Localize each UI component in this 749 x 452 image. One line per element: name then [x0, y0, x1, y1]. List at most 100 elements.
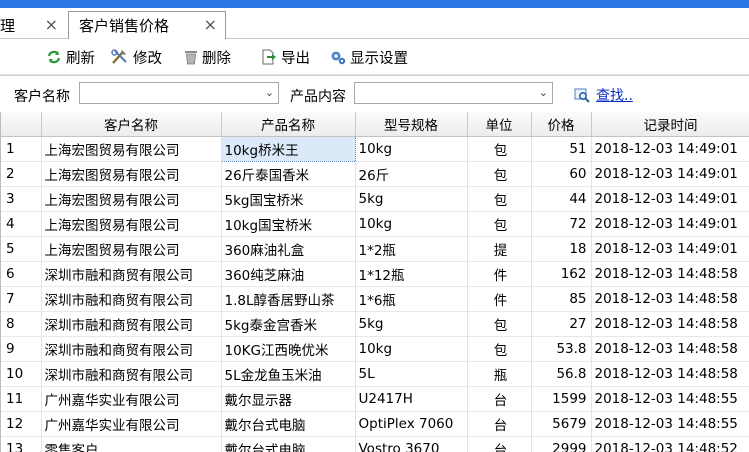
- table-row[interactable]: 4 上海宏图贸易有限公司 10kg国宝桥米 10kg 包 72 2018-12-03 14:…: [1, 211, 749, 237]
- delete-button[interactable]: 删除: [184, 47, 231, 68]
- product-cell[interactable]: 5kg国宝桥米: [221, 186, 356, 212]
- spec-cell[interactable]: 1*2瓶: [355, 236, 468, 262]
- row-number-cell[interactable]: 12: [1, 411, 42, 437]
- column-header-record-time[interactable]: 记录时间: [591, 112, 749, 137]
- row-number-cell[interactable]: 4: [1, 211, 42, 237]
- customer-cell[interactable]: 零售客户: [41, 436, 222, 452]
- product-cell[interactable]: 1.8L醇香居野山茶: [221, 286, 356, 312]
- column-header-price[interactable]: 价格: [531, 112, 592, 137]
- price-cell[interactable]: 18: [531, 236, 592, 262]
- row-number-cell[interactable]: 2: [1, 161, 42, 187]
- price-cell[interactable]: 5679: [531, 411, 592, 437]
- product-cell[interactable]: 10kg国宝桥米: [221, 211, 356, 237]
- table-row[interactable]: 7 深圳市融和商贸有限公司 1.8L醇香居野山茶 1*6瓶件 85 2018-12-03 …: [1, 286, 749, 312]
- row-number-cell[interactable]: 1: [1, 136, 42, 162]
- close-icon[interactable]: ×: [45, 15, 58, 34]
- customer-cell[interactable]: 上海宏图贸易有限公司: [41, 211, 222, 237]
- record-time-cell[interactable]: 2018-12-03 14:49:01: [591, 186, 749, 212]
- table-row[interactable]: 2 上海宏图贸易有限公司 26斤泰国香米 26斤包 60 2018-12-03 14:49…: [1, 161, 749, 187]
- customer-cell[interactable]: 上海宏图贸易有限公司: [41, 161, 222, 187]
- tab-customer-sales-price[interactable]: 客户销售价格 ×: [68, 11, 226, 39]
- table-row[interactable]: 8 深圳市融和商贸有限公司 5kg泰金宫香米 5kg 包 27 2018-12-03 14:…: [1, 311, 749, 337]
- unit-cell[interactable]: 件: [467, 261, 532, 287]
- unit-cell[interactable]: 包: [467, 336, 532, 362]
- row-number-cell[interactable]: 9: [1, 336, 42, 362]
- column-header-row-number[interactable]: [1, 112, 42, 137]
- price-cell[interactable]: 60: [531, 161, 592, 187]
- record-time-cell[interactable]: 2018-12-03 14:48:55: [591, 386, 749, 412]
- column-header-product[interactable]: 产品名称: [221, 112, 356, 137]
- price-cell[interactable]: 2999: [531, 436, 592, 452]
- table-row[interactable]: 13 零售客户 戴尔台式电脑 Vostro 3670 台 2999 2018-12-03 1…: [1, 436, 749, 452]
- spec-cell[interactable]: 1*6瓶: [355, 286, 468, 312]
- unit-cell[interactable]: 瓶: [467, 361, 532, 387]
- product-cell[interactable]: 戴尔显示器: [221, 386, 356, 412]
- customer-cell[interactable]: 深圳市融和商贸有限公司: [41, 336, 222, 362]
- product-cell[interactable]: 10KG江西晚优米: [221, 336, 356, 362]
- product-cell[interactable]: 5kg泰金宫香米: [221, 311, 356, 337]
- spec-cell[interactable]: 5kg: [355, 186, 468, 212]
- price-cell[interactable]: 56.8: [531, 361, 592, 387]
- spec-cell[interactable]: U2417H: [355, 386, 468, 412]
- customer-cell[interactable]: 广州嘉华实业有限公司: [41, 411, 222, 437]
- unit-cell[interactable]: 台: [467, 436, 532, 452]
- customer-filter-select[interactable]: ⌄: [79, 82, 279, 104]
- price-cell[interactable]: 162: [531, 261, 592, 287]
- record-time-cell[interactable]: 2018-12-03 14:48:52: [591, 436, 749, 452]
- row-number-cell[interactable]: 3: [1, 186, 42, 212]
- record-time-cell[interactable]: 2018-12-03 14:49:01: [591, 161, 749, 187]
- spec-cell[interactable]: 10kg: [355, 211, 468, 237]
- product-cell[interactable]: 10kg桥米王: [220, 136, 356, 162]
- record-time-cell[interactable]: 2018-12-03 14:49:01: [591, 236, 749, 262]
- product-cell[interactable]: 5L金龙鱼玉米油: [221, 361, 356, 387]
- row-number-cell[interactable]: 5: [1, 236, 42, 262]
- unit-cell[interactable]: 件: [467, 286, 532, 312]
- product-cell[interactable]: 戴尔台式电脑: [221, 436, 356, 452]
- product-cell[interactable]: 26斤泰国香米: [221, 161, 356, 187]
- spec-cell[interactable]: 26斤: [355, 161, 468, 187]
- product-filter-select[interactable]: ⌄: [354, 82, 553, 104]
- spec-cell[interactable]: 5L: [355, 361, 468, 387]
- record-time-cell[interactable]: 2018-12-03 14:49:01: [591, 211, 749, 237]
- unit-cell[interactable]: 提: [467, 236, 532, 262]
- customer-cell[interactable]: 深圳市融和商贸有限公司: [41, 286, 222, 312]
- price-cell[interactable]: 1599: [531, 386, 592, 412]
- table-row[interactable]: 5 上海宏图贸易有限公司 360麻油礼盒 1*2瓶提 18 2018-12-03 14:4…: [1, 236, 749, 262]
- record-time-cell[interactable]: 2018-12-03 14:48:58: [591, 261, 749, 287]
- table-row[interactable]: 6 深圳市融和商贸有限公司 360纯芝麻油 1*12瓶件 162 2018-12-03 1…: [1, 261, 749, 287]
- product-cell[interactable]: 戴尔台式电脑: [221, 411, 356, 437]
- customer-cell[interactable]: 上海宏图贸易有限公司: [41, 136, 222, 162]
- edit-button[interactable]: 修改: [111, 47, 162, 68]
- column-header-unit[interactable]: 单位: [467, 112, 532, 137]
- product-cell[interactable]: 360麻油礼盒: [221, 236, 356, 262]
- unit-cell[interactable]: 台: [467, 386, 532, 412]
- spec-cell[interactable]: 10kg: [355, 336, 468, 362]
- customer-cell[interactable]: 上海宏图贸易有限公司: [41, 186, 222, 212]
- product-cell[interactable]: 360纯芝麻油: [221, 261, 356, 287]
- column-header-customer[interactable]: 客户名称: [41, 112, 222, 137]
- chevron-down-icon[interactable]: ⌄: [539, 86, 548, 99]
- record-time-cell[interactable]: 2018-12-03 14:48:58: [591, 311, 749, 337]
- row-number-cell[interactable]: 11: [1, 386, 42, 412]
- price-cell[interactable]: 85: [531, 286, 592, 312]
- table-row[interactable]: 12 广州嘉华实业有限公司 戴尔台式电脑 OptiPlex 7060 台 5679 2018…: [1, 411, 749, 437]
- row-number-cell[interactable]: 7: [1, 286, 42, 312]
- unit-cell[interactable]: 包: [467, 211, 532, 237]
- row-number-cell[interactable]: 6: [1, 261, 42, 287]
- customer-cell[interactable]: 上海宏图贸易有限公司: [41, 236, 222, 262]
- unit-cell[interactable]: 包: [467, 311, 532, 337]
- row-number-cell[interactable]: 10: [1, 361, 42, 387]
- price-cell[interactable]: 44: [531, 186, 592, 212]
- spec-cell[interactable]: OptiPlex 7060: [355, 411, 468, 437]
- record-time-cell[interactable]: 2018-12-03 14:48:55: [591, 411, 749, 437]
- spec-cell[interactable]: 5kg: [355, 311, 468, 337]
- price-cell[interactable]: 53.8: [531, 336, 592, 362]
- tab-previous[interactable]: 理 ×: [0, 12, 66, 38]
- export-button[interactable]: 导出: [261, 47, 310, 68]
- display-settings-button[interactable]: 显示设置: [330, 47, 408, 68]
- customer-cell[interactable]: 深圳市融和商贸有限公司: [41, 311, 222, 337]
- table-row[interactable]: 1 上海宏图贸易有限公司 10kg桥米王 10kg 包 51 2018-12-03 14:4…: [1, 136, 749, 162]
- unit-cell[interactable]: 包: [467, 161, 532, 187]
- unit-cell[interactable]: 台: [467, 411, 532, 437]
- close-icon[interactable]: ×: [204, 15, 217, 34]
